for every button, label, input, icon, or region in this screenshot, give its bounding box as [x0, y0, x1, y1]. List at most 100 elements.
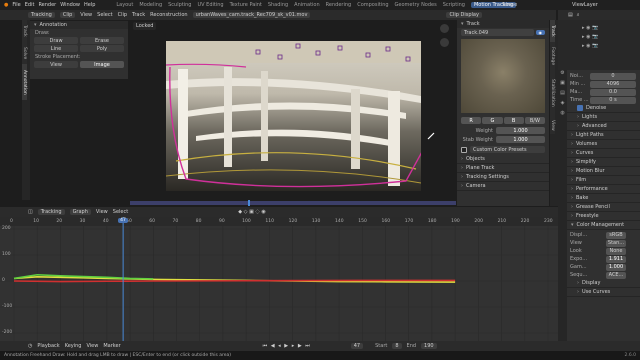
menu-view[interactable]: View: [80, 12, 92, 18]
poly-button[interactable]: Poly: [80, 45, 124, 52]
tab-track-right[interactable]: Track: [550, 20, 555, 42]
search-icon[interactable]: ⌕: [577, 12, 580, 18]
tab-compositing[interactable]: Compositing: [357, 2, 388, 8]
tab-uv-editing[interactable]: UV Editing: [197, 2, 223, 8]
section-objects[interactable]: › Objects: [457, 155, 549, 164]
section-freestyle[interactable]: › Freestyle: [567, 212, 640, 221]
clip-footage-image[interactable]: [166, 41, 421, 191]
section-performance[interactable]: › Performance: [567, 185, 640, 194]
current-frame-field[interactable]: 47: [350, 343, 364, 349]
menu-help[interactable]: Help: [84, 2, 95, 8]
menu-marker[interactable]: Marker: [103, 343, 120, 349]
color-preset-dropdown[interactable]: Custom Color Presets: [470, 146, 545, 153]
denoise-toggle[interactable]: Denoise: [567, 104, 640, 113]
section-grease-pencil[interactable]: › Grease Pencil: [567, 203, 640, 212]
menu-keying[interactable]: Keying: [65, 343, 82, 349]
clip-file-selector[interactable]: urbanWaves_cam.track_Rec709_sk_v01.mov: [192, 12, 311, 18]
blender-logo-icon[interactable]: ●: [4, 2, 8, 8]
draw-button[interactable]: Draw: [34, 37, 78, 44]
max-field[interactable]: 0.0: [590, 88, 636, 96]
tab-stabilization[interactable]: Stabilization: [550, 70, 555, 116]
section-simplify[interactable]: › Simplify: [567, 158, 640, 167]
sequencer-dropdown[interactable]: ACE...: [606, 271, 626, 279]
time-limit-field[interactable]: 0 s: [590, 96, 636, 104]
channel-b-button[interactable]: B: [503, 117, 524, 124]
tracking-mode-select[interactable]: Tracking: [28, 12, 55, 18]
tab-sculpting[interactable]: Sculpting: [168, 2, 191, 8]
weight-slider[interactable]: 1.000: [496, 127, 545, 134]
section-bake[interactable]: › Bake: [567, 194, 640, 203]
tab-footage[interactable]: Footage: [550, 42, 555, 70]
tab-rendering[interactable]: Rendering: [326, 2, 352, 8]
locked-badge[interactable]: Locked: [133, 22, 157, 30]
editor-type-icon[interactable]: ◫: [28, 209, 33, 215]
noise-field[interactable]: 0: [590, 72, 636, 80]
placement-view-button[interactable]: View: [34, 61, 78, 68]
section-curves[interactable]: › Curves: [567, 149, 640, 158]
timeline-editor-icon[interactable]: ◷: [28, 343, 32, 349]
section-tracking-settings[interactable]: › Tracking Settings: [457, 173, 549, 182]
clip-frame-indicator[interactable]: [248, 200, 250, 206]
scene-selector[interactable]: Scene: [502, 2, 517, 8]
section-use-curves[interactable]: › Use Curves: [567, 288, 640, 297]
section-motion-blur[interactable]: › Motion Blur: [567, 167, 640, 176]
tab-modeling[interactable]: Modeling: [139, 2, 162, 8]
placement-image-button[interactable]: Image: [80, 61, 124, 68]
exposure-field[interactable]: 1.911: [606, 255, 626, 263]
track-name-field[interactable]: Track.049: [461, 29, 534, 36]
tab-view[interactable]: View: [550, 116, 555, 134]
output-tab-icon[interactable]: ▤: [558, 90, 567, 100]
graph-mode-select[interactable]: Tracking: [37, 209, 65, 215]
menu-edit[interactable]: Edit: [25, 2, 35, 8]
tab-shading[interactable]: Shading: [268, 2, 288, 8]
section-film[interactable]: › Film: [567, 176, 640, 185]
clip-display-dropdown[interactable]: Clip Display: [446, 12, 482, 18]
clip-cache-bar[interactable]: [130, 201, 456, 205]
channel-r-button[interactable]: R: [461, 117, 482, 124]
menu-select[interactable]: Select: [97, 12, 112, 18]
section-volumes[interactable]: › Volumes: [567, 140, 640, 149]
section-light-paths[interactable]: › Light Paths: [567, 131, 640, 140]
menu-playback[interactable]: Playback: [37, 343, 59, 349]
display-device-dropdown[interactable]: sRGB: [606, 231, 626, 239]
section-lights[interactable]: › Lights: [567, 113, 640, 122]
section-color-management[interactable]: ▾ Color Management: [567, 221, 640, 230]
gamma-field[interactable]: 1.000: [606, 263, 626, 271]
line-button[interactable]: Line: [34, 45, 78, 52]
track-visibility-toggle[interactable]: ◉: [535, 30, 545, 35]
channel-bw-button[interactable]: B/W: [524, 117, 545, 124]
view-layer-selector[interactable]: ViewLayer: [572, 2, 598, 8]
menu-render[interactable]: Render: [38, 2, 56, 8]
graph-view-select[interactable]: Graph: [69, 209, 91, 215]
menu-track[interactable]: Track: [132, 12, 145, 18]
end-frame-field[interactable]: 190: [421, 343, 437, 349]
section-plane-track[interactable]: › Plane Track: [457, 164, 549, 173]
section-advanced[interactable]: › Advanced: [567, 122, 640, 131]
render-tab-icon[interactable]: ▣: [558, 80, 567, 90]
scene-tab-icon[interactable]: ◈: [558, 100, 567, 110]
section-camera[interactable]: › Camera: [457, 182, 549, 191]
start-frame-field[interactable]: 8: [392, 343, 402, 349]
menu-reconstruction[interactable]: Reconstruction: [150, 12, 187, 18]
channel-g-button[interactable]: G: [482, 117, 503, 124]
clip-view-select[interactable]: Clip: [59, 12, 76, 18]
current-frame-badge[interactable]: 47: [118, 218, 128, 223]
tab-geometry-nodes[interactable]: Geometry Nodes: [395, 2, 437, 8]
track-color-swatch[interactable]: [461, 146, 467, 153]
timeline-menu-view[interactable]: View: [86, 343, 98, 349]
tab-annotation[interactable]: Annotation: [22, 64, 27, 100]
annotation-title[interactable]: ▾ Annotation: [30, 21, 128, 29]
outliner-row[interactable]: ▸ ◉ 📷: [582, 24, 640, 33]
stab-weight-slider[interactable]: 1.000: [496, 136, 545, 143]
outliner-row[interactable]: ▸ ◉ 📷: [582, 42, 640, 51]
min-samples-field[interactable]: 4096: [590, 80, 636, 88]
menu-file[interactable]: File: [12, 2, 20, 8]
graph-menu-select[interactable]: Select: [113, 209, 128, 215]
view-transform-dropdown[interactable]: Stan...: [606, 239, 626, 247]
outliner-icon[interactable]: ▤: [568, 12, 573, 18]
tab-layout[interactable]: Layout: [116, 2, 133, 8]
tab-texture-paint[interactable]: Texture Paint: [230, 2, 262, 8]
tool-tab-icon[interactable]: ⚙: [558, 70, 567, 80]
tab-track[interactable]: Track: [22, 20, 27, 42]
menu-window[interactable]: Window: [60, 2, 80, 8]
